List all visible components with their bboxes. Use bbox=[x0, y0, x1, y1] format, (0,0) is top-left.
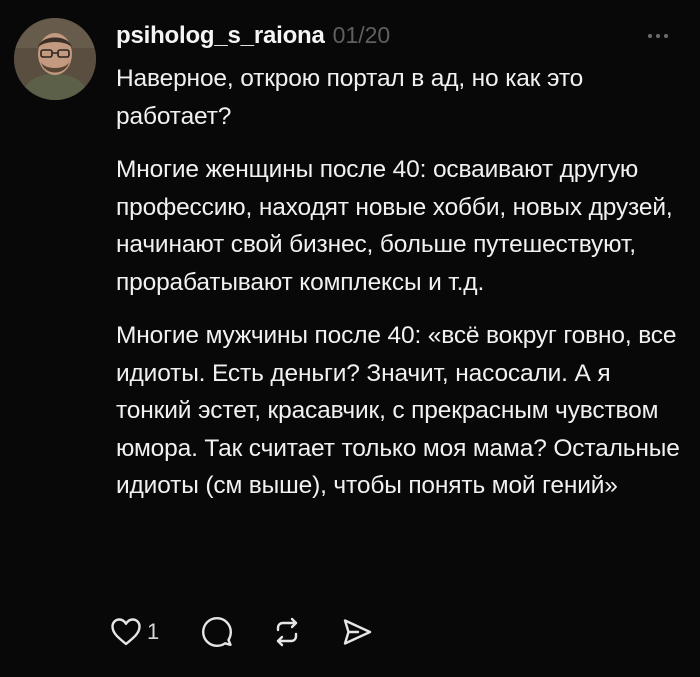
dot-icon bbox=[648, 34, 652, 38]
send-icon bbox=[344, 619, 372, 645]
action-bar: 1 bbox=[108, 612, 375, 652]
comment-icon bbox=[202, 617, 233, 647]
repost-button[interactable] bbox=[269, 614, 305, 650]
post-paragraph: Многие женщины после 40: осваивают другу… bbox=[116, 156, 673, 296]
thread-post: psiholog_s_raiona 01/20 Наверное, открою… bbox=[0, 0, 700, 677]
post-paragraph: Наверное, открою портал в ад, но как это… bbox=[116, 65, 584, 130]
post-header: psiholog_s_raiona 01/20 bbox=[116, 22, 390, 52]
dot-icon bbox=[664, 34, 668, 38]
post-paragraph: Многие мужчины после 40: «всё вокруг гов… bbox=[116, 322, 680, 499]
avatar[interactable] bbox=[14, 18, 96, 100]
username[interactable]: psiholog_s_raiona bbox=[116, 22, 325, 50]
dot-icon bbox=[656, 34, 660, 38]
reply-button[interactable] bbox=[199, 614, 235, 650]
thread-counter: 01/20 bbox=[332, 22, 391, 48]
post-body: Наверное, открою портал в ад, но как это… bbox=[116, 60, 686, 505]
like-button[interactable]: 1 bbox=[108, 614, 199, 650]
repost-icon bbox=[277, 617, 298, 647]
more-options-button[interactable] bbox=[638, 26, 678, 46]
avatar-image bbox=[14, 18, 96, 100]
heart-icon bbox=[111, 618, 141, 646]
like-count: 1 bbox=[147, 619, 160, 644]
share-button[interactable] bbox=[339, 614, 375, 650]
